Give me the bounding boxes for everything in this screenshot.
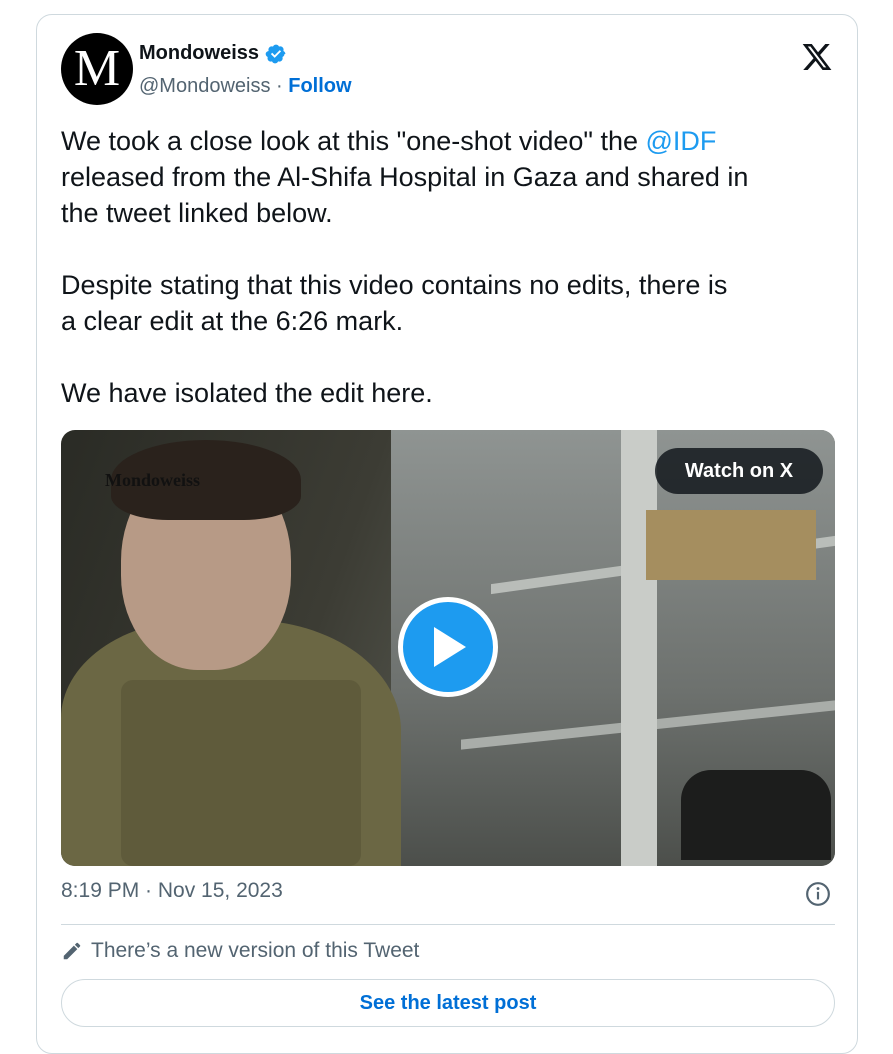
divider [61,924,835,925]
gear-pile [681,770,831,860]
verified-badge-icon [265,44,286,63]
author-name[interactable]: Mondoweiss [139,42,259,65]
shelf-post [621,430,657,866]
new-version-text: There’s a new version of this Tweet [91,939,420,962]
play-icon [434,627,466,667]
play-button[interactable] [398,597,498,697]
video-thumbnail[interactable]: Mondoweiss Watch on X [61,430,835,866]
pencil-icon [63,942,81,960]
cardboard-box [646,510,816,580]
info-icon[interactable] [805,881,831,907]
mention-link[interactable]: @IDF [646,126,717,156]
video-watermark: Mondoweiss [105,470,201,490]
x-logo-icon[interactable] [801,41,833,73]
new-version-notice: There’s a new version of this Tweet [61,939,419,963]
tweet-text: We took a close look at this "one-shot v… [61,123,841,411]
avatar-letter: M [73,40,121,97]
author-handle[interactable]: @Mondoweiss [139,75,270,97]
author-handle-row: @Mondoweiss · Follow [139,75,352,98]
follow-button[interactable]: Follow [288,75,351,97]
tweet-text-part1: We took a close look at this "one-shot v… [61,126,646,156]
author-name-row: Mondoweiss [139,42,287,65]
tweet-timestamp[interactable]: 8:19 PM · Nov 15, 2023 [61,879,283,903]
avatar[interactable]: M [61,33,133,105]
tweet-text-part2: released from the Al-Shifa Hospital in G… [61,162,749,408]
tweet-embed-card: M Mondoweiss @Mondoweiss · Follow We too… [36,14,858,1054]
see-latest-post-button[interactable]: See the latest post [61,979,835,1027]
handle-separator: · [270,75,289,97]
watch-on-x-button[interactable]: Watch on X [655,448,823,494]
soldier-vest [121,680,361,866]
